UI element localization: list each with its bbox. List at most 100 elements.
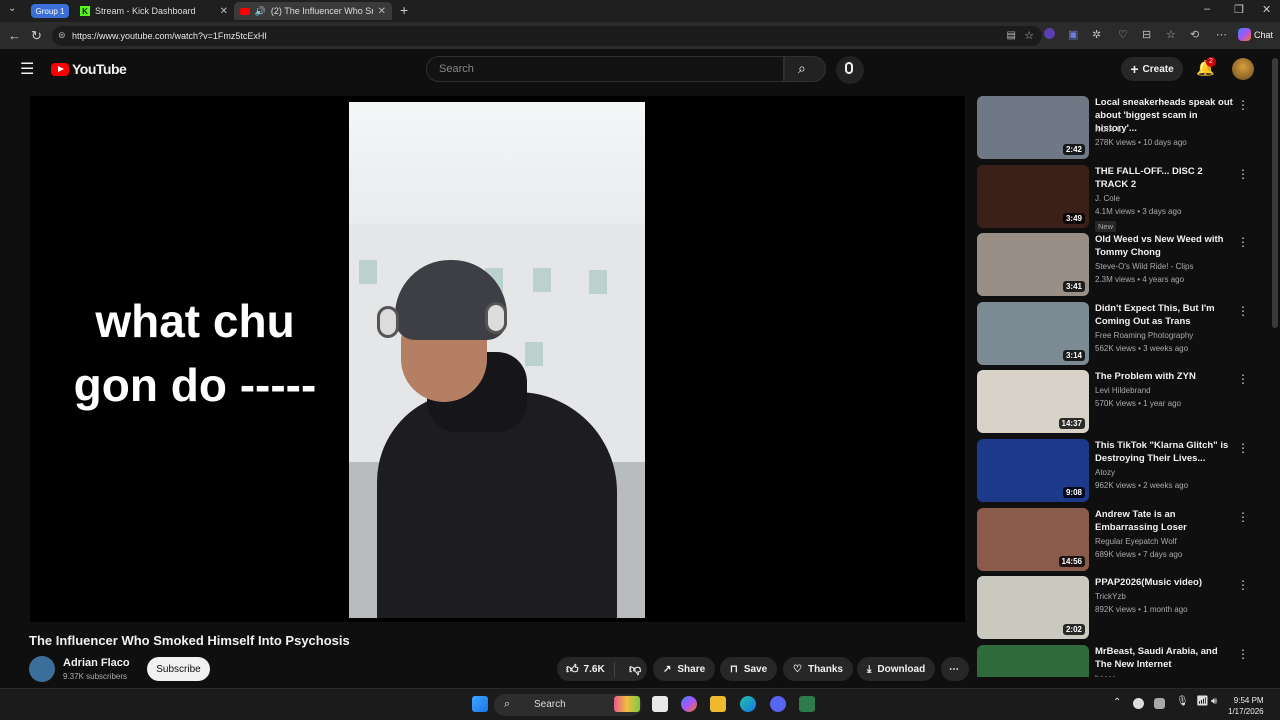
more-vertical-icon[interactable]: ⋮ (1237, 441, 1249, 455)
more-vertical-icon[interactable]: ⋮ (1237, 510, 1249, 524)
recommended-video[interactable]: 3:41 Old Weed vs New Weed with Tommy Chon… (977, 233, 1267, 297)
extension-icon[interactable]: ▣ (1068, 28, 1078, 41)
recommended-channel-name[interactable]: TrickYzb (1095, 592, 1126, 601)
thanks-button[interactable]: ♡ Thanks (783, 657, 853, 681)
recommended-video-title[interactable]: The Problem with ZYN (1095, 370, 1235, 383)
tab-group-chip[interactable]: Group 1 (31, 4, 69, 18)
tulips-search-highlight-icon[interactable] (614, 696, 640, 712)
history-icon[interactable]: ⟲ (1190, 28, 1199, 41)
recommended-channel-name[interactable]: hoser (1095, 674, 1115, 677)
recommended-channel-name[interactable]: Steve-O's Wild Ride! - Clips (1095, 262, 1193, 271)
recommended-video-title[interactable]: THE FALL-OFF... DISC 2 TRACK 2 (1095, 165, 1235, 191)
site-info-icon[interactable]: ⊜ (58, 30, 66, 41)
video-thumbnail[interactable]: 2:42 (977, 96, 1089, 159)
more-vertical-icon[interactable]: ⋮ (1237, 98, 1249, 112)
recommended-video[interactable]: 14:56 Andrew Tate is an Embarrassing Lose… (977, 508, 1267, 572)
channel-avatar[interactable] (29, 656, 55, 682)
file-explorer-icon[interactable] (710, 696, 726, 712)
recommended-channel-name[interactable]: J. Cole (1095, 194, 1120, 203)
video-thumbnail[interactable]: 14:37 (977, 370, 1089, 433)
recommended-video[interactable]: 9:08 This TikTok "Klarna Glitch" is Destr… (977, 439, 1267, 503)
account-avatar[interactable] (1232, 58, 1254, 80)
recommended-video[interactable]: 3:14 Didn't Expect This, But I'm Coming O… (977, 302, 1267, 366)
wifi-icon[interactable]: 📶︎ (1196, 696, 1209, 707)
save-button[interactable]: ⊓ Save (720, 657, 778, 681)
speaker-icon[interactable]: 🔊 (255, 6, 266, 17)
video-thumbnail[interactable] (977, 645, 1089, 677)
download-button[interactable]: ⤓ Download (857, 657, 936, 681)
video-thumbnail[interactable]: 3:14 (977, 302, 1089, 365)
video-thumbnail[interactable]: 9:08 (977, 439, 1089, 502)
dislike-button[interactable]: 👎︎ (621, 662, 641, 677)
recommended-video[interactable]: 3:49 THE FALL-OFF... DISC 2 TRACK 2 J. Col… (977, 165, 1267, 232)
recommended-video-title[interactable]: Andrew Tate is an Embarrassing Loser (1095, 508, 1235, 534)
more-actions-button[interactable]: ⋯ (941, 657, 969, 681)
recommended-video[interactable]: 14:37 The Problem with ZYN Levi Hildebrand… (977, 370, 1267, 434)
create-button[interactable]: + Create (1121, 57, 1183, 81)
page-scrollbar[interactable] (1272, 58, 1278, 328)
more-vertical-icon[interactable]: ⋮ (1237, 372, 1249, 386)
close-window-icon[interactable]: ✕ (1262, 3, 1271, 16)
close-icon[interactable]: ✕ (378, 6, 386, 17)
tray-app-icon[interactable] (1154, 698, 1165, 709)
favorite-star-icon[interactable]: ☆ (1024, 29, 1034, 42)
refresh-icon[interactable]: ↻ (31, 28, 42, 44)
recommended-video-title[interactable]: PPAP2026(Music video) (1095, 576, 1235, 589)
collections-icon[interactable]: ☆ (1166, 28, 1176, 41)
microphone-tray-icon[interactable]: 🎙︎ (1176, 696, 1189, 707)
more-vertical-icon[interactable]: ⋮ (1237, 167, 1249, 181)
back-icon[interactable]: ← (8, 28, 21, 43)
video-thumbnail[interactable]: 14:56 (977, 508, 1089, 571)
recommended-channel-name[interactable]: Atozy (1095, 468, 1115, 477)
tray-chevron-icon[interactable]: ⌃ (1113, 697, 1121, 708)
discord-icon[interactable] (770, 696, 786, 712)
recommended-video[interactable]: 2:02 PPAP2026(Music video) TrickYzb 892K vi… (977, 576, 1267, 640)
new-tab-icon[interactable]: + (400, 2, 408, 18)
more-vertical-icon[interactable]: ⋮ (1237, 647, 1249, 661)
tab-kick-dashboard[interactable]: K Stream - Kick Dashboard ✕ (74, 2, 234, 20)
share-button[interactable]: ↗ Share (653, 657, 716, 681)
minimize-icon[interactable]: – (1204, 3, 1210, 15)
recommended-video-title[interactable]: This TikTok "Klarna Glitch" is Destroyin… (1095, 439, 1235, 465)
video-thumbnail[interactable]: 3:41 (977, 233, 1089, 296)
reader-icon[interactable]: ▤ (1007, 30, 1016, 41)
subscribe-button[interactable]: Subscribe (147, 657, 210, 681)
volume-icon[interactable]: 🔊︎ (1211, 696, 1217, 707)
windows-start-icon[interactable] (472, 696, 488, 712)
recommended-channel-name[interactable]: Free Roaming Photography (1095, 331, 1193, 340)
recommended-channel-name[interactable]: Levi Hildebrand (1095, 386, 1151, 395)
store-icon[interactable] (652, 696, 668, 712)
copilot-chat-button[interactable]: Chat (1238, 28, 1273, 41)
more-vertical-icon[interactable]: ⋮ (1237, 578, 1249, 592)
extension-purple-icon[interactable] (1044, 28, 1055, 39)
kick-app-icon[interactable] (799, 696, 815, 712)
menu-icon[interactable]: ☰ (20, 59, 34, 79)
video-thumbnail[interactable]: 3:49 (977, 165, 1089, 228)
restore-icon[interactable]: ❐ (1234, 3, 1244, 16)
tray-app-icon[interactable] (1133, 698, 1144, 709)
edge-browser-icon[interactable] (740, 696, 756, 712)
voice-search-button[interactable] (836, 56, 864, 84)
system-clock[interactable]: 9:54 PM 1/17/2026 (1228, 695, 1264, 717)
more-vertical-icon[interactable]: ⋮ (1237, 304, 1249, 318)
like-button[interactable]: 👍︎ 7.6K (557, 661, 615, 677)
address-bar[interactable]: ⊜ https://www.youtube.com/watch?v=1Fmz5t… (52, 26, 1042, 46)
browser-essentials-icon[interactable]: ♡ (1118, 28, 1128, 41)
more-options-icon[interactable]: ⋯ (1216, 28, 1227, 41)
copilot-app-icon[interactable] (681, 696, 697, 712)
recommended-video-title[interactable]: Old Weed vs New Weed with Tommy Chong (1095, 233, 1235, 259)
recommended-video-title[interactable]: Didn't Expect This, But I'm Coming Out a… (1095, 302, 1235, 328)
recommended-channel-name[interactable]: KOIN 6 (1095, 125, 1121, 134)
channel-name[interactable]: Adrian Flaco (63, 657, 130, 669)
search-input[interactable]: Search (426, 56, 784, 82)
tab-list-chevron-icon[interactable]: ⌄ (8, 3, 16, 14)
more-vertical-icon[interactable]: ⋮ (1237, 235, 1249, 249)
video-thumbnail[interactable]: 2:02 (977, 576, 1089, 639)
tab-youtube-video[interactable]: 🔊 (2) The Influencer Who Smok ✕ (234, 2, 392, 20)
video-player[interactable]: what chu gon do ----- (30, 96, 965, 622)
recommended-video-title[interactable]: MrBeast, Saudi Arabia, and The New Inter… (1095, 645, 1235, 671)
recommended-channel-name[interactable]: Regular Eyepatch Wolf (1095, 537, 1177, 546)
youtube-logo[interactable]: YouTube (51, 61, 127, 77)
recommended-video[interactable]: 2:42 Local sneakerheads speak out about '… (977, 96, 1267, 160)
close-icon[interactable]: ✕ (220, 6, 228, 17)
